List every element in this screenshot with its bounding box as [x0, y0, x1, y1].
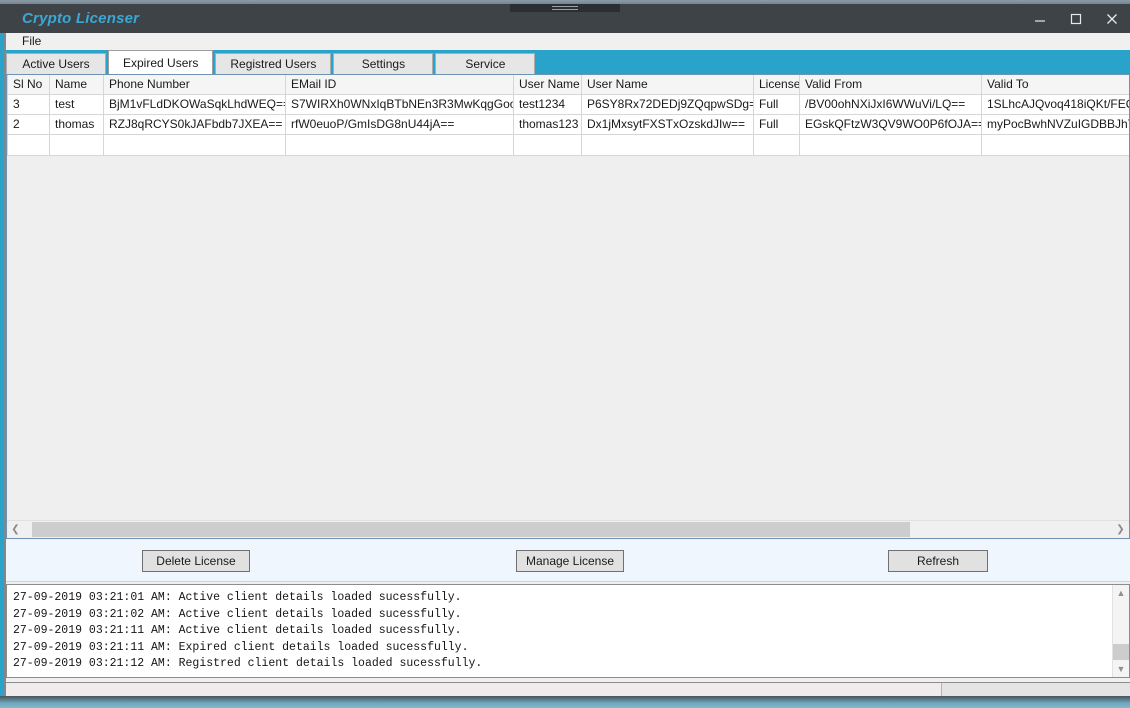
cell-email-id: S7WIRXh0WNxIqBTbNEn3R3MwKqgGoozc — [285, 94, 514, 115]
table-row[interactable]: 3 test BjM1vFLdDKOWaSqkLhdWEQ== S7WIRXh0… — [7, 94, 1129, 115]
manage-license-button[interactable]: Manage License — [516, 550, 624, 572]
cell-user-name: thomas123 — [513, 114, 582, 135]
crypto-licenser-window: Crypto Licenser File Active Users Expire… — [0, 4, 1130, 696]
close-icon[interactable] — [1094, 4, 1130, 33]
window-controls — [1022, 4, 1130, 33]
grid-horizontal-scrollbar[interactable]: ❮ ❯ — [7, 520, 1129, 538]
table-header-row: Sl No Name Phone Number EMail ID User Na… — [7, 75, 1129, 95]
hscroll-track[interactable] — [24, 521, 1112, 538]
tab-strip: Active Users Expired Users Registred Use… — [0, 50, 1130, 74]
cell-license-key — [581, 134, 754, 156]
log-vertical-scrollbar[interactable]: ▲ ▼ — [1112, 585, 1129, 677]
cell-valid-to: 1SLhcAJQvoq418iQKt/FEQ — [981, 94, 1129, 115]
tab-settings[interactable]: Settings — [333, 53, 434, 74]
minimize-icon[interactable] — [1022, 4, 1058, 33]
cell-phone-number: RZJ8qRCYS0kJAFbdb7JXEA== — [103, 114, 286, 135]
maximize-icon[interactable] — [1058, 4, 1094, 33]
refresh-button[interactable]: Refresh — [888, 550, 988, 572]
cell-valid-from: /BV00ohNXiJxI6WWuVi/LQ== — [799, 94, 982, 115]
status-bar — [6, 682, 1130, 696]
accent-left-strip-shadow — [4, 33, 6, 696]
tab-expired-users[interactable]: Expired Users — [108, 50, 214, 74]
data-grid-container: Sl No Name Phone Number EMail ID User Na… — [7, 75, 1129, 538]
desktop-taskbar-strip — [0, 696, 1130, 708]
menu-bar: File — [0, 33, 1130, 50]
delete-license-button[interactable]: Delete License — [142, 550, 250, 572]
tab-active-users[interactable]: Active Users — [6, 53, 106, 74]
col-header-valid-to[interactable]: Valid To — [981, 75, 1129, 95]
table-row-new[interactable] — [7, 134, 1129, 156]
title-bar[interactable]: Crypto Licenser — [0, 4, 1130, 33]
cell-sl-no: 3 — [7, 94, 50, 115]
tab-service[interactable]: Service — [435, 53, 536, 74]
status-bar-right — [941, 683, 1130, 696]
status-bar-left — [6, 683, 941, 696]
table-row[interactable]: 2 thomas RZJ8qRCYS0kJAFbdb7JXEA== rfW0eu… — [7, 114, 1129, 135]
col-header-name[interactable]: Name — [49, 75, 104, 95]
cell-name: thomas — [49, 114, 104, 135]
cell-valid-to — [981, 134, 1129, 156]
log-text[interactable]: 27-09-2019 03:21:01 AM: Active client de… — [7, 585, 1112, 677]
col-header-user-name[interactable]: User Name — [513, 75, 582, 95]
cell-sl-no: 2 — [7, 114, 50, 135]
cell-email-id — [285, 134, 514, 156]
action-button-bar: Delete License Manage License Refresh — [6, 540, 1130, 582]
cell-phone-number — [103, 134, 286, 156]
cell-license: Full — [753, 114, 800, 135]
cell-license-key: P6SY8Rx72DEDj9ZQqpwSDg== — [581, 94, 754, 115]
cell-name — [49, 134, 104, 156]
log-panel: 27-09-2019 03:21:01 AM: Active client de… — [6, 584, 1130, 678]
expired-users-panel: Sl No Name Phone Number EMail ID User Na… — [6, 74, 1130, 539]
scroll-left-arrow-icon[interactable]: ❮ — [7, 521, 24, 538]
col-header-valid-from[interactable]: Valid From — [799, 75, 982, 95]
cell-user-name — [513, 134, 582, 156]
cell-valid-to: myPocBwhNVZuIGDBBJhT, — [981, 114, 1129, 135]
app-title: Crypto Licenser — [22, 10, 140, 27]
cell-license: Full — [753, 94, 800, 115]
menu-item-file[interactable]: File — [16, 33, 47, 50]
vscroll-thumb[interactable] — [1113, 644, 1129, 660]
col-header-sl-no[interactable]: Sl No — [7, 75, 50, 95]
cell-license-key: Dx1jMxsytFXSTxOzskdJIw== — [581, 114, 754, 135]
cell-phone-number: BjM1vFLdDKOWaSqkLhdWEQ== — [103, 94, 286, 115]
cell-name: test — [49, 94, 104, 115]
col-header-license[interactable]: License — [753, 75, 800, 95]
cell-license — [753, 134, 800, 156]
expired-users-table: Sl No Name Phone Number EMail ID User Na… — [7, 75, 1129, 156]
cell-sl-no — [7, 134, 50, 156]
scroll-right-arrow-icon[interactable]: ❯ — [1112, 521, 1129, 538]
col-header-phone-number[interactable]: Phone Number — [103, 75, 286, 95]
cell-valid-from: EGskQFtzW3QV9WO0P6fOJA== — [799, 114, 982, 135]
col-header-license-key[interactable]: User Name — [581, 75, 754, 95]
scroll-up-arrow-icon[interactable]: ▲ — [1113, 585, 1129, 601]
window-drag-grip[interactable] — [510, 4, 620, 12]
cell-email-id: rfW0euoP/GmIsDG8nU44jA== — [285, 114, 514, 135]
col-header-email-id[interactable]: EMail ID — [285, 75, 514, 95]
cell-valid-from — [799, 134, 982, 156]
scroll-down-arrow-icon[interactable]: ▼ — [1113, 661, 1129, 677]
cell-user-name: test1234 — [513, 94, 582, 115]
hscroll-thumb[interactable] — [32, 522, 910, 537]
resize-grip-icon[interactable] — [1118, 694, 1128, 696]
tab-registred-users[interactable]: Registred Users — [215, 53, 332, 74]
